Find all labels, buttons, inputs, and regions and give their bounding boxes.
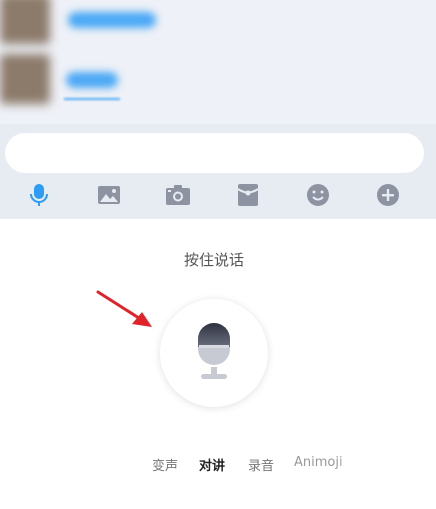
mode-recording[interactable]: 录音 <box>248 455 274 474</box>
chat-history <box>0 0 436 124</box>
blurred-message-content <box>66 72 118 88</box>
composer-toolbar <box>0 178 436 212</box>
red-packet-icon[interactable] <box>234 181 262 209</box>
chat-message-row <box>0 0 300 44</box>
camera-icon[interactable] <box>164 181 192 209</box>
chat-message-row <box>0 54 300 104</box>
mode-walkie-talkie[interactable]: 对讲 <box>199 455 225 474</box>
hold-to-talk-hint: 按住说话 <box>183 251 244 269</box>
hold-to-talk-button[interactable] <box>160 299 268 407</box>
plus-icon[interactable] <box>374 181 402 209</box>
microphone-icon[interactable] <box>25 181 53 209</box>
avatar <box>0 54 50 104</box>
voice-mode-selector: 变声 对讲 录音 Animoji <box>0 453 436 477</box>
microphone-icon <box>198 323 230 379</box>
message-input[interactable] <box>5 133 424 173</box>
voice-panel: 按住说话 变声 对讲 录音 Animoji <box>0 219 436 509</box>
mode-voice-changer[interactable]: 变声 <box>152 455 178 474</box>
blurred-message-content <box>68 12 156 28</box>
emoji-icon[interactable] <box>304 181 332 209</box>
avatar <box>0 0 50 44</box>
message-composer <box>0 124 436 219</box>
image-icon[interactable] <box>95 181 123 209</box>
red-arrow-annotation <box>96 290 152 327</box>
mode-fade-overlay <box>336 453 376 477</box>
blurred-link-underline <box>64 98 120 100</box>
